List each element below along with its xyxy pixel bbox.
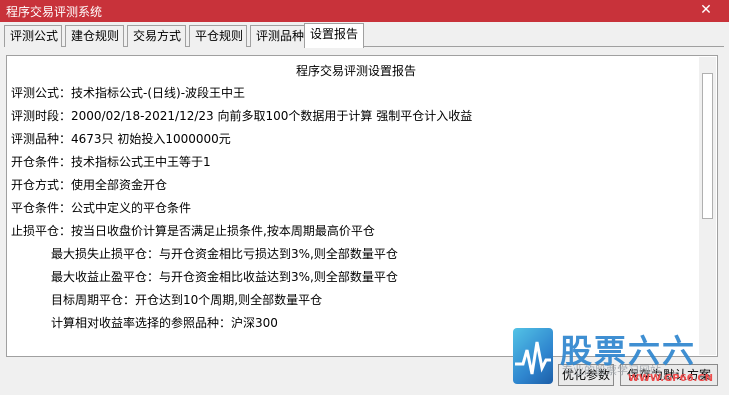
- report-line-stop-loss: 止损平仓：按当日收盘价计算是否满足止损条件,按本周期最高价平仓: [11, 224, 375, 238]
- report-line-symbols: 评测品种：4673只 初始投入1000000元: [11, 132, 231, 146]
- report-line-period: 评测时段：2000/02/18-2021/12/23 向前多取100个数据用于计…: [11, 109, 473, 123]
- gp66-logo-icon: [513, 328, 553, 384]
- tab-trade-method[interactable]: 交易方式: [127, 25, 186, 47]
- tab-entry-rules[interactable]: 建仓规则: [65, 25, 124, 47]
- report-title: 程序交易评测设置报告: [295, 64, 416, 78]
- close-icon[interactable]: ✕: [697, 1, 715, 19]
- watermark-url: WWW.GP66.CN: [628, 373, 714, 384]
- tab-exit-rules[interactable]: 平仓规则: [189, 25, 247, 47]
- pulse-wave-icon: [515, 341, 551, 375]
- report-line-target-period: 目标周期平仓：开仓达到10个周期,则全部数量平仓: [51, 293, 323, 307]
- tab-evaluation-formula[interactable]: 评测公式: [4, 25, 62, 47]
- tab-settings-report[interactable]: 设置报告: [304, 23, 364, 48]
- report-line-entry-method: 开仓方式：使用全部资金开仓: [11, 178, 168, 192]
- report-line-formula: 评测公式：技术指标公式-(日线)-波段王中王: [11, 86, 246, 100]
- scrollbar-thumb[interactable]: [702, 73, 713, 219]
- evaluation-dialog: 程序交易评测系统 ✕ 评测公式 建仓规则 交易方式 平仓规则 评测品种 设置报告…: [0, 0, 729, 395]
- report-line-entry-condition: 开仓条件：技术指标公式王中王等于1: [11, 155, 211, 169]
- tab-bar: 评测公式 建仓规则 交易方式 平仓规则 评测品种 设置报告: [4, 23, 724, 48]
- tab-evaluation-symbols[interactable]: 评测品种: [250, 25, 308, 47]
- title-bar: 程序交易评测系统 ✕: [0, 0, 729, 22]
- watermark: 股票六六 专业的股票学习网站 WWW.GP66.CN: [510, 324, 722, 390]
- report-textbox[interactable]: 程序交易评测设置报告 评测公式：技术指标公式-(日线)-波段王中王 评测时段：2…: [6, 55, 718, 357]
- vertical-scrollbar[interactable]: [699, 57, 716, 355]
- report-line-max-loss: 最大损失止损平仓：与开仓资金相比亏损达到3%,则全部数量平仓: [51, 247, 398, 261]
- report-line-exit-condition: 平仓条件：公式中定义的平仓条件: [11, 201, 192, 215]
- window-title: 程序交易评测系统: [6, 5, 103, 19]
- report-line-max-profit: 最大收益止盈平仓：与开仓资金相比收益达到3%,则全部数量平仓: [51, 270, 398, 284]
- report-line-benchmark: 计算相对收益率选择的参照品种：沪深300: [51, 316, 278, 330]
